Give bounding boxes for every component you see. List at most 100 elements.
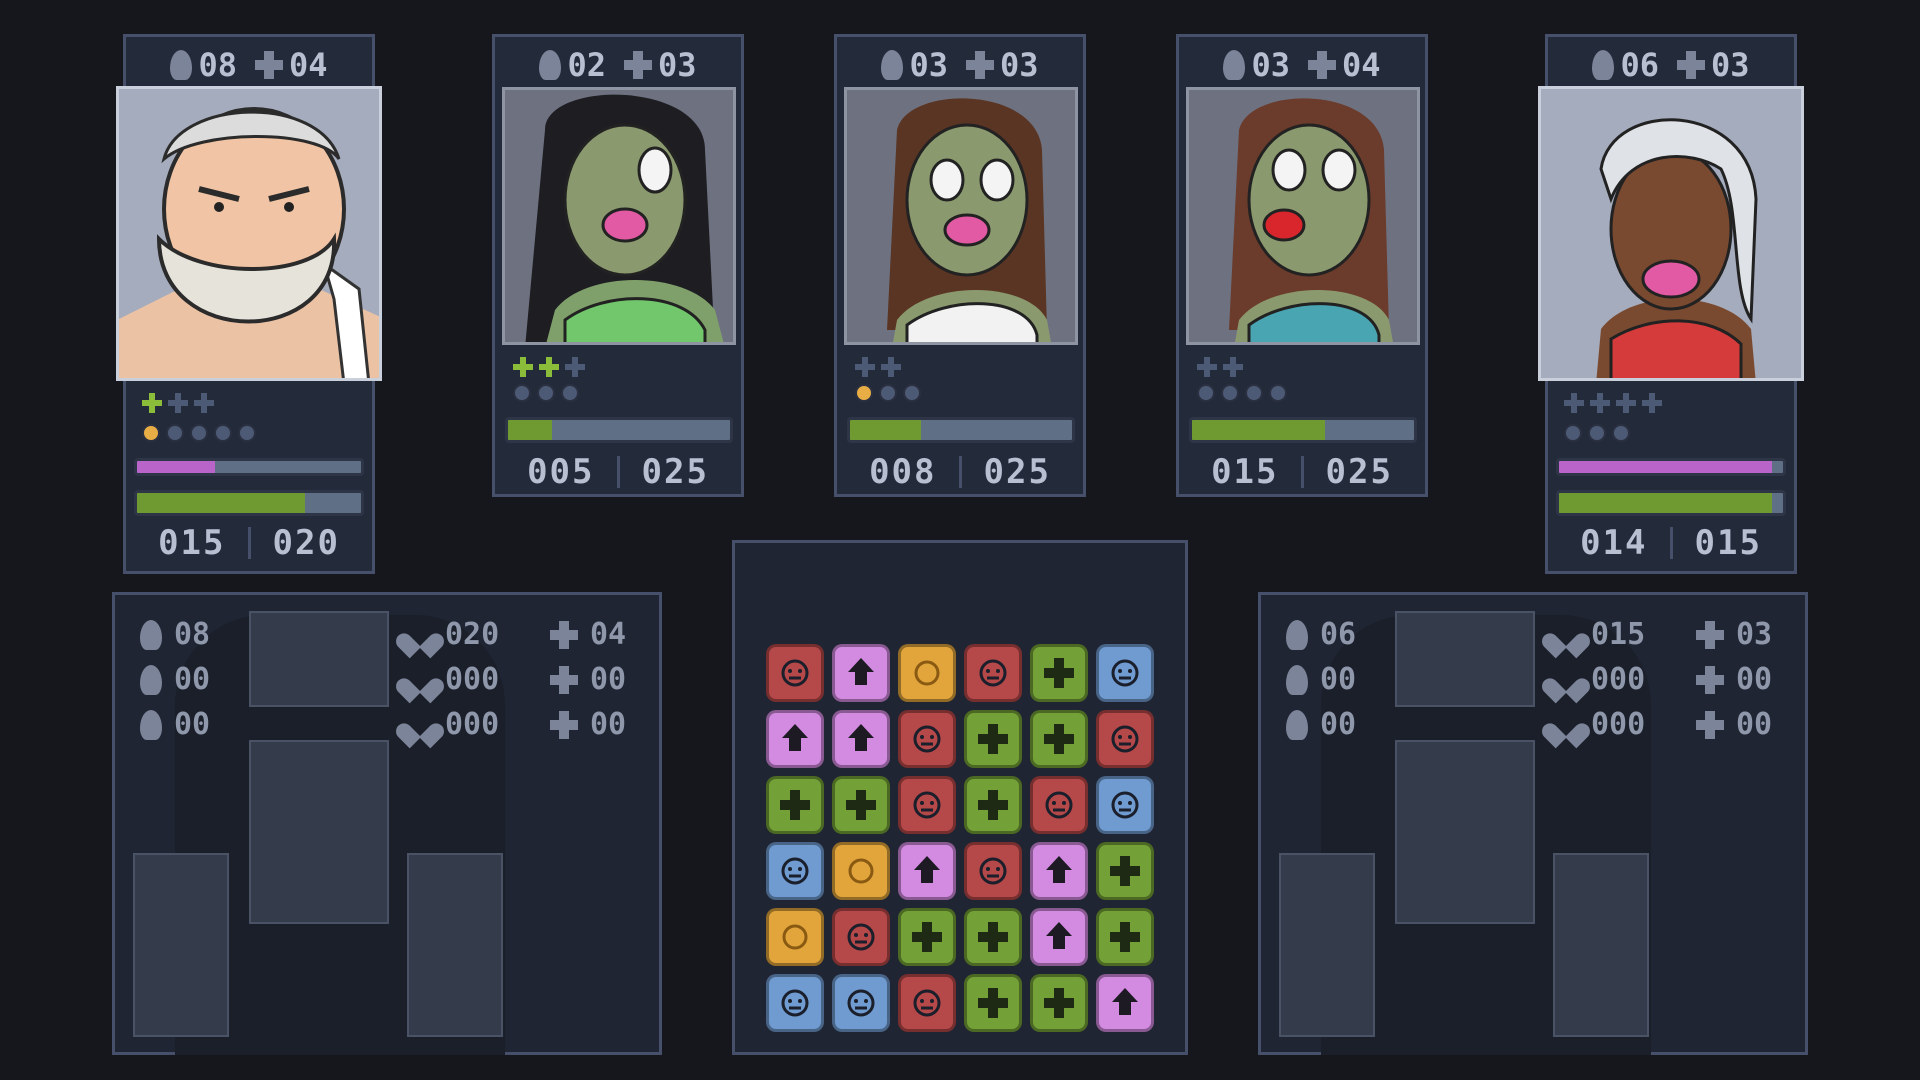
left-hand-slot[interactable] xyxy=(1279,853,1375,1037)
purple-flame-icon xyxy=(848,658,874,685)
blue-face-tile[interactable] xyxy=(832,974,890,1032)
defense-icon xyxy=(1696,620,1724,649)
attack-stat: 06 xyxy=(1286,617,1356,652)
player-portrait[interactable] xyxy=(116,86,382,381)
dot-pip xyxy=(1245,384,1263,402)
attack-bonus-stat: 00 xyxy=(140,662,210,697)
purple-flame-tile[interactable] xyxy=(1030,908,1088,966)
green-plus-tile[interactable] xyxy=(964,776,1022,834)
player-plus-pips xyxy=(142,393,214,413)
green-plus-tile[interactable] xyxy=(898,908,956,966)
defense-value: 03 xyxy=(1000,46,1039,84)
defense-value: 03 xyxy=(1711,46,1750,84)
ally-mana-bar xyxy=(1556,458,1786,476)
green-plus-tile[interactable] xyxy=(1096,842,1154,900)
green-plus-icon xyxy=(1044,724,1074,754)
right-hand-slot[interactable] xyxy=(407,853,503,1037)
blue-face-tile[interactable] xyxy=(766,974,824,1032)
body-slot[interactable] xyxy=(249,740,389,924)
match-board[interactable] xyxy=(762,640,1158,1036)
red-skull-tile[interactable] xyxy=(898,776,956,834)
dot-pip xyxy=(855,384,873,402)
green-plus-icon xyxy=(846,790,876,820)
defense-value: 04 xyxy=(289,46,328,84)
orange-coin-tile[interactable] xyxy=(832,842,890,900)
attack-minus-icon xyxy=(1286,709,1308,740)
zombie-woman-green-portrait-icon xyxy=(525,94,724,342)
ally-hp-bar xyxy=(1556,490,1786,516)
ally-dot-pips xyxy=(1564,424,1630,442)
green-plus-tile[interactable] xyxy=(766,776,824,834)
hp-bar xyxy=(505,417,733,443)
purple-flame-tile[interactable] xyxy=(898,842,956,900)
red-skull-tile[interactable] xyxy=(1030,776,1088,834)
defense-plus-icon xyxy=(550,665,578,694)
blue-face-tile[interactable] xyxy=(766,842,824,900)
dot-pip xyxy=(513,384,531,402)
green-plus-tile[interactable] xyxy=(1030,974,1088,1032)
defense-minus-icon xyxy=(550,710,578,739)
right-hand-slot[interactable] xyxy=(1553,853,1649,1037)
red-skull-tile[interactable] xyxy=(898,974,956,1032)
orange-coin-tile[interactable] xyxy=(898,644,956,702)
green-plus-tile[interactable] xyxy=(964,710,1022,768)
plus-pips xyxy=(855,357,901,377)
body-slot[interactable] xyxy=(1395,740,1535,924)
purple-flame-tile[interactable] xyxy=(832,644,890,702)
red-skull-tile[interactable] xyxy=(898,710,956,768)
zombie-portrait-1[interactable] xyxy=(502,87,736,345)
purple-flame-tile[interactable] xyxy=(1030,842,1088,900)
plus-pip xyxy=(1223,357,1243,377)
plus-pip xyxy=(1616,393,1636,413)
red-skull-tile[interactable] xyxy=(766,644,824,702)
zombie-card-3[interactable]: 03 04 015 025 xyxy=(1176,34,1428,497)
hp-fill xyxy=(508,420,553,440)
red-skull-tile[interactable] xyxy=(964,644,1022,702)
attack-minus-icon xyxy=(140,709,162,740)
left-hand-slot[interactable] xyxy=(133,853,229,1037)
green-plus-tile[interactable] xyxy=(1096,908,1154,966)
attack-minus-value: 00 xyxy=(174,707,211,742)
hp-text: 008 025 xyxy=(837,452,1083,492)
blue-face-tile[interactable] xyxy=(1096,644,1154,702)
blue-face-icon xyxy=(781,989,809,1017)
orange-coin-tile[interactable] xyxy=(766,908,824,966)
defense-plus-icon xyxy=(1696,665,1724,694)
purple-flame-tile[interactable] xyxy=(832,710,890,768)
zombie-card-1[interactable]: 02 03 005 025 xyxy=(492,34,744,497)
red-skull-tile[interactable] xyxy=(964,842,1022,900)
dot-pip xyxy=(1588,424,1606,442)
green-plus-tile[interactable] xyxy=(964,908,1022,966)
zombie-card-2[interactable]: 03 03 008 025 xyxy=(834,34,1086,497)
defense-minus-stat: 00 xyxy=(550,707,626,742)
green-plus-tile[interactable] xyxy=(964,974,1022,1032)
purple-flame-tile[interactable] xyxy=(766,710,824,768)
attack-icon xyxy=(140,619,162,650)
plus-pip xyxy=(1197,357,1217,377)
green-plus-icon xyxy=(978,790,1008,820)
head-slot[interactable] xyxy=(1395,611,1535,707)
green-plus-icon xyxy=(978,922,1008,952)
green-plus-tile[interactable] xyxy=(1030,644,1088,702)
orange-coin-icon xyxy=(848,858,874,884)
zombie-portrait-2[interactable] xyxy=(844,87,1078,345)
blue-face-tile[interactable] xyxy=(1096,776,1154,834)
purple-flame-icon xyxy=(1112,988,1138,1015)
red-skull-tile[interactable] xyxy=(832,908,890,966)
dot-pip xyxy=(214,424,232,442)
attack-value: 08 xyxy=(174,617,211,652)
purple-flame-tile[interactable] xyxy=(1096,974,1154,1032)
zombie-portrait-3[interactable] xyxy=(1186,87,1420,345)
attack-value: 03 xyxy=(909,46,948,84)
red-skull-tile[interactable] xyxy=(1096,710,1154,768)
attack-value: 03 xyxy=(1251,46,1290,84)
green-plus-tile[interactable] xyxy=(832,776,890,834)
hp-max: 015 xyxy=(1694,523,1762,563)
hp-max: 025 xyxy=(641,452,709,492)
green-plus-tile[interactable] xyxy=(1030,710,1088,768)
head-slot[interactable] xyxy=(249,611,389,707)
dot-pip xyxy=(142,424,160,442)
ally-portrait[interactable] xyxy=(1538,86,1804,381)
old-bearded-man-portrait-icon xyxy=(119,89,379,378)
hp-text: 005 025 xyxy=(495,452,741,492)
